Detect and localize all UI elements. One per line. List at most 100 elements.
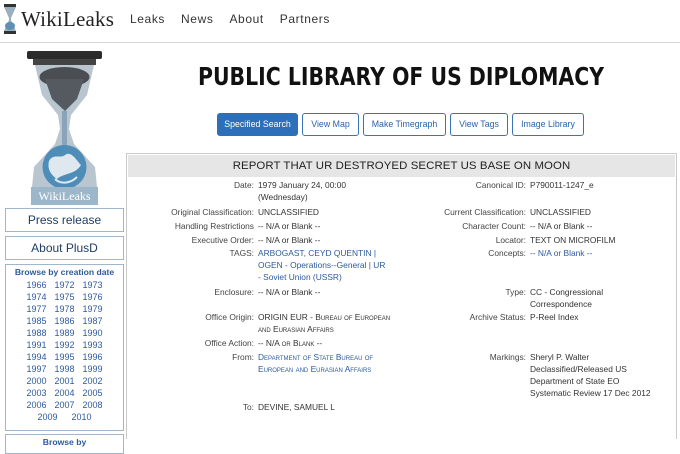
about-plusd-button[interactable]: About PlusD [5,236,124,260]
enclosure-label: Enclosure: [214,287,254,297]
to-label: To: [242,402,254,412]
browse-by-creation-date: Browse by creation date 1966 1972 1973 1… [5,264,124,431]
year-link[interactable]: 1994 [24,351,50,363]
year-link[interactable]: 2000 [24,375,50,387]
tab-view-tags[interactable]: View Tags [450,113,508,136]
year-link[interactable]: 1977 [24,303,50,315]
year-link[interactable]: 1990 [80,327,106,339]
year-link[interactable]: 1987 [80,315,106,327]
office-origin-label: Office Origin: [205,312,254,322]
markings-line-1: Sheryl P. Walter [530,352,590,362]
tab-view-map[interactable]: View Map [302,113,359,136]
page-title: Public Library of US Diplomacy [198,62,605,91]
main-nav: Leaks News About Partners [130,12,346,26]
character-count-label: Character Count: [462,221,526,231]
year-link[interactable]: 1988 [24,327,50,339]
year-link[interactable]: 1976 [80,291,106,303]
search-tabs: Specified Search View Map Make Timegraph… [217,113,588,136]
canonical-id-label: Canonical ID: [475,180,526,190]
year-link[interactable]: 1998 [52,363,78,375]
year-link[interactable]: 2007 [52,399,78,411]
tags-line-2[interactable]: OGEN - Operations--General | UR [258,259,385,271]
year-link[interactable]: 1986 [52,315,78,327]
browse-by-title: Browse by [5,434,124,454]
year-link[interactable]: 1995 [52,351,78,363]
year-link[interactable]: 1996 [80,351,106,363]
year-link[interactable]: 1972 [52,279,78,291]
year-link[interactable]: 1999 [80,363,106,375]
office-action-value: -- N/A or Blank -- [258,338,323,348]
year-link[interactable]: 2010 [72,411,92,423]
year-link[interactable]: 1997 [24,363,50,375]
year-link[interactable]: 1989 [52,327,78,339]
from-line-1[interactable]: Department of State Bureau of [258,351,373,363]
date-weekday: (Wednesday) [258,192,308,202]
brand[interactable]: WikiLeaks [2,4,114,34]
nav-partners[interactable]: Partners [280,12,330,26]
year-link[interactable]: 2009 [37,411,57,423]
to-value: DEVINE, SAMUEL L [258,402,335,412]
concepts-value[interactable]: -- N/A or Blank -- [530,247,592,259]
tags-line-3[interactable]: - Soviet Union (USSR) [258,271,342,283]
year-link[interactable]: 1975 [52,291,78,303]
handling-restrictions-value: -- N/A or Blank -- [258,221,321,231]
brand-name: WikiLeaks [21,6,115,31]
type-value-1: CC - Congressional [530,287,604,297]
year-link[interactable]: 1991 [24,339,50,351]
markings-line-2: Declassified/Released US [530,364,627,374]
year-link[interactable]: 2004 [52,387,78,399]
from-line-2[interactable]: European and Eurasian Affairs [258,363,371,375]
type-value-2: Correspondence [530,299,592,309]
office-origin-line-1: ORIGIN EUR - Bureau of European [258,312,391,322]
current-classification-label: Current Classification: [444,207,526,217]
years-last-row: 2009 2010 [6,411,123,423]
enclosure-value: -- N/A or Blank -- [258,287,321,297]
executive-order-value: -- N/A or Blank -- [258,235,321,245]
logo-caption: WikiLeaks [38,189,90,203]
current-classification-value: UNCLASSIFIED [530,207,591,217]
office-action-label: Office Action: [204,338,254,348]
year-link[interactable]: 2001 [52,375,78,387]
nav-news[interactable]: News [181,12,213,26]
year-link[interactable]: 2005 [80,387,106,399]
locator-label: Locator: [495,235,526,245]
date-label: Date: [233,180,254,190]
original-classification-label: Original Classification: [171,207,254,217]
tab-make-timegraph[interactable]: Make Timegraph [363,113,446,136]
archive-status-value: P-Reel Index [530,312,579,322]
year-link[interactable]: 1985 [24,315,50,327]
from-label: From: [232,352,254,362]
markings-line-4: Systematic Review 17 Dec 2012 [530,388,651,398]
wikileaks-hourglass-logo[interactable]: WikiLeaks [5,49,124,205]
year-link[interactable]: 1978 [52,303,78,315]
nav-leaks[interactable]: Leaks [130,12,165,26]
year-link[interactable]: 1974 [24,291,50,303]
nav-about[interactable]: About [229,12,263,26]
page-title-text: Public Library of US Diplomacy [198,62,605,91]
year-link[interactable]: 1992 [52,339,78,351]
year-link[interactable]: 2003 [24,387,50,399]
tab-image-library[interactable]: Image Library [512,113,584,136]
original-classification-value: UNCLASSIFIED [258,207,319,217]
year-link[interactable]: 1979 [80,303,106,315]
handling-restrictions-label: Handling Restrictions [174,221,254,231]
year-link[interactable]: 2006 [24,399,50,411]
year-link[interactable]: 1973 [80,279,106,291]
concepts-label: Concepts: [488,248,526,258]
left-sidebar: WikiLeaks Press release About PlusD Brow… [5,49,124,454]
report-title: REPORT THAT UR DESTROYED SECRET US BASE … [128,155,675,177]
year-link[interactable]: 2002 [80,375,106,387]
year-link[interactable]: 2008 [80,399,106,411]
press-release-button[interactable]: Press release [5,208,124,232]
locator-value: TEXT ON MICROFILM [530,235,616,245]
office-origin-line-2: and Eurasian Affairs [258,324,334,334]
tab-specified-search[interactable]: Specified Search [217,113,298,136]
year-link[interactable]: 1966 [24,279,50,291]
years-grid: 1966 1972 1973 1974 1975 1976 1977 1978 … [6,279,123,411]
tags-label: TAGS: [229,248,254,258]
canonical-id-value: P790011-1247_e [530,180,594,190]
year-link[interactable]: 1993 [80,339,106,351]
type-label: Type: [505,287,526,297]
tags-line-1[interactable]: ARBOGAST, CEYD QUENTIN | [258,247,376,259]
report-panel: REPORT THAT UR DESTROYED SECRET US BASE … [126,153,677,439]
